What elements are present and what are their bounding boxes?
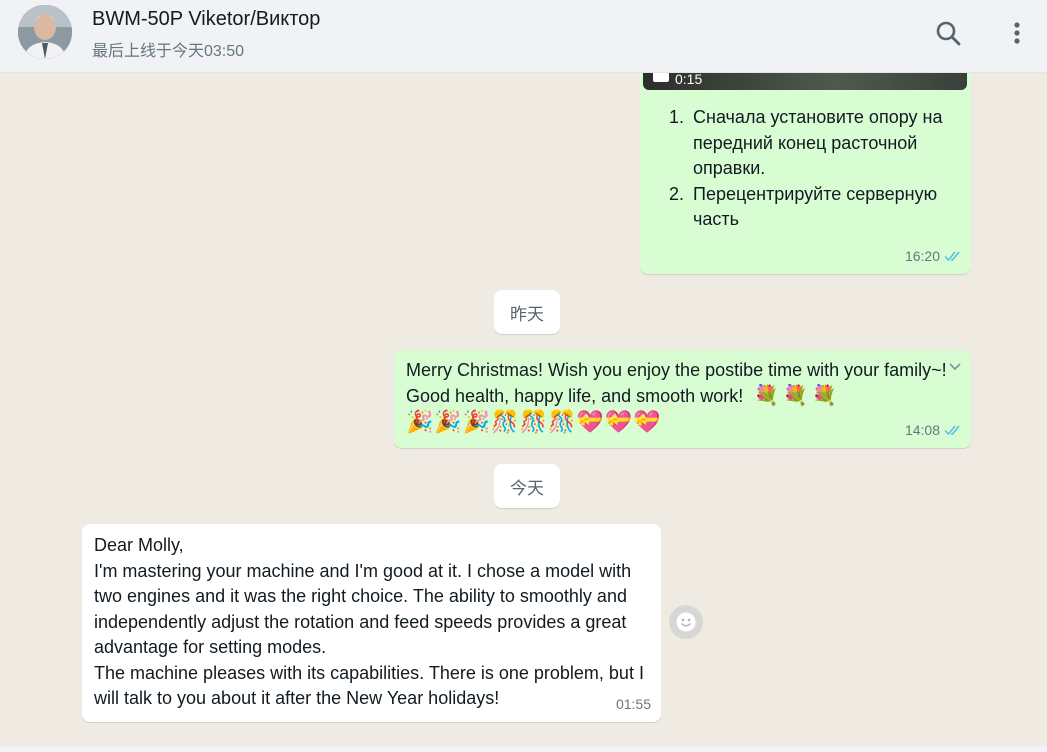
- message-paragraph: The machine pleases with its capabilitie…: [94, 662, 644, 709]
- chat-header: BWM-50P Viketor/Виктор 最后上线于今天03:50: [0, 0, 1047, 73]
- composer-edge: [0, 746, 1047, 752]
- message-time: 16:20: [904, 247, 940, 264]
- video-thumbnail[interactable]: 0:15: [643, 73, 967, 90]
- instruction-text: Сначала установите опору на передний кон…: [693, 107, 943, 178]
- message-meta: 16:20: [905, 244, 963, 270]
- instruction-text: Перецентрируйте серверную часть: [693, 183, 938, 230]
- search-icon: [936, 21, 961, 46]
- reaction-button[interactable]: [669, 605, 703, 639]
- message-text: Merry Christmas! Wish you enjoy the post…: [406, 358, 951, 409]
- message-list[interactable]: 0:15 1. Сначала установите опору на пере…: [0, 73, 1047, 746]
- message-greeting: Dear Molly,: [94, 535, 184, 555]
- message-bubble-christmas[interactable]: Merry Christmas! Wish you enjoy the post…: [394, 350, 971, 448]
- instruction-number: 2.: [669, 183, 685, 204]
- instruction-list: 1. Сначала установите опору на передний …: [669, 105, 961, 233]
- message-time: 01:55: [615, 695, 651, 712]
- menu-button[interactable]: [1000, 16, 1034, 50]
- avatar-photo: [18, 5, 72, 59]
- message-bubble-instructions[interactable]: 0:15 1. Сначала установите опору на пере…: [640, 73, 971, 274]
- instruction-item: 2. Перецентрируйте серверную часть: [669, 182, 961, 233]
- read-ticks-icon: [944, 425, 960, 436]
- instruction-item: 1. Сначала установите опору на передний …: [669, 105, 961, 182]
- video-camera-icon: [653, 73, 669, 82]
- last-seen-status: 最后上线于今天03:50: [92, 43, 245, 60]
- message-time: 14:08: [904, 421, 940, 438]
- emoji-smiley-icon: [676, 612, 696, 632]
- date-divider-yesterday: 昨天: [494, 290, 560, 334]
- message-paragraph: I'm mastering your machine and I'm good …: [94, 560, 632, 658]
- message-bubble-incoming[interactable]: Dear Molly, I'm mastering your machine a…: [82, 524, 661, 722]
- christmas-text: Merry Christmas! Wish you enjoy the post…: [406, 360, 947, 406]
- video-duration: 0:15: [675, 73, 703, 87]
- chevron-down-icon[interactable]: [947, 358, 963, 374]
- message-meta: 14:08: [905, 418, 963, 444]
- read-ticks-icon: [944, 251, 960, 262]
- message-meta: 01:55: [616, 692, 651, 718]
- message-text: Dear Molly, I'm mastering your machine a…: [94, 533, 646, 712]
- bouquet-emojis: 💐💐💐: [754, 384, 841, 407]
- date-divider-today: 今天: [494, 464, 560, 508]
- menu-dots-icon: [1014, 22, 1020, 44]
- contact-name[interactable]: BWM-50P Viketor/Виктор: [92, 8, 320, 31]
- instruction-number: 1.: [669, 107, 685, 127]
- search-button[interactable]: [931, 16, 965, 50]
- contact-avatar[interactable]: [18, 5, 72, 59]
- celebration-emojis: 🎉🎉🎉🎊🎊🎊💝💝💝: [406, 409, 662, 434]
